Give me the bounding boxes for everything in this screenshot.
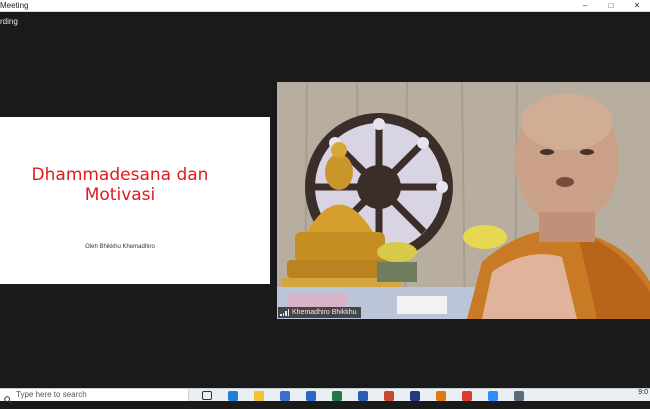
video-frame	[277, 82, 650, 319]
slide-subtitle: Oleh Bhikkhu Khemadhiro	[85, 244, 155, 250]
meeting-window: Meeting – □ ✕ rding Dhammadesana dan Mot…	[0, 0, 650, 404]
title-bar: Meeting – □ ✕	[0, 0, 650, 12]
close-button[interactable]: ✕	[624, 0, 650, 11]
taskbar-clock[interactable]: 9:0	[638, 389, 648, 396]
slide-title: Dhammadesana dan Motivasi	[0, 165, 240, 205]
taskbar-search-box[interactable]: Type here to search	[0, 389, 189, 404]
windows-taskbar: Type here to search 9:0	[0, 388, 650, 404]
search-glass-icon	[4, 391, 12, 409]
search-placeholder: Type here to search	[16, 390, 87, 399]
shared-screen-slide: Dhammadesana dan Motivasi Oleh Bhikkhu K…	[0, 117, 270, 284]
minimize-button[interactable]: –	[572, 0, 598, 11]
task-view-icon[interactable]	[202, 391, 212, 400]
slide-title-line-2: Motivasi	[84, 185, 156, 205]
window-title: Meeting	[0, 1, 29, 10]
recording-indicator: rding	[0, 17, 18, 26]
participant-video-tile[interactable]: Khemadhiro Bhikkhu	[277, 82, 650, 319]
maximize-button[interactable]: □	[598, 0, 624, 11]
participant-name: Khemadhiro Bhikkhu	[292, 309, 357, 316]
window-controls: – □ ✕	[572, 0, 650, 11]
slide-title-line-1: Dhammadesana dan	[31, 165, 209, 185]
signal-bars-icon	[280, 309, 289, 316]
participant-name-tag: Khemadhiro Bhikkhu	[278, 307, 361, 318]
